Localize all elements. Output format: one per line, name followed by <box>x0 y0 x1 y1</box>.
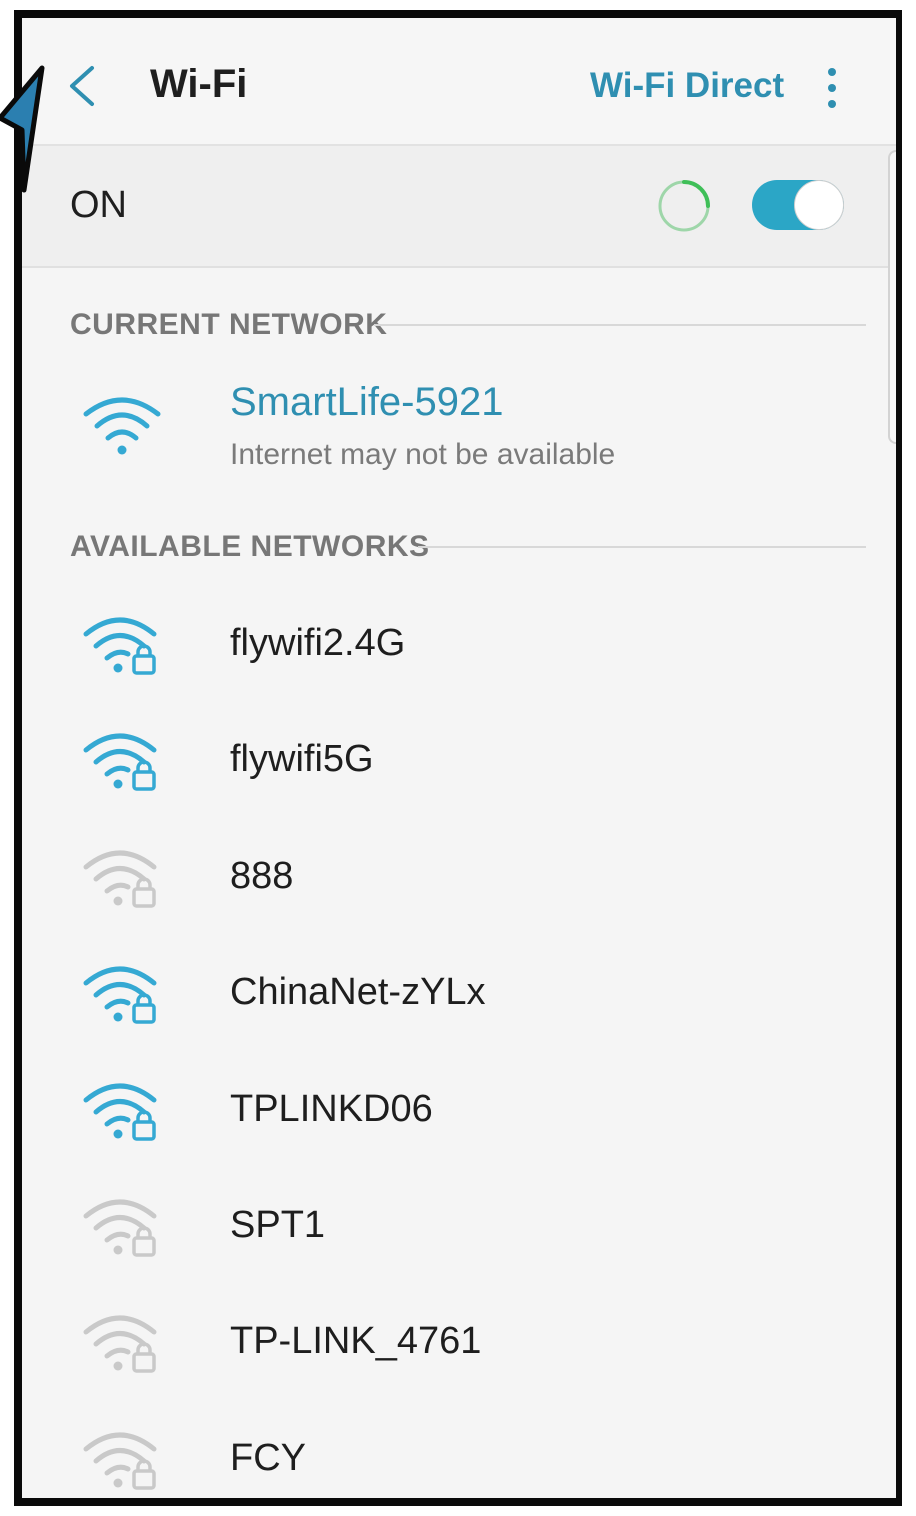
back-arrow-icon[interactable] <box>64 64 100 108</box>
network-name: SPT1 <box>230 1204 326 1246</box>
wifi-master-switch-row[interactable]: ON <box>22 146 896 268</box>
network-name: 888 <box>230 854 294 897</box>
current-network-status: Internet may not be available <box>230 438 616 471</box>
network-name: TPLINKD06 <box>230 1087 433 1130</box>
network-row[interactable]: SPT1 <box>22 1166 896 1282</box>
current-network-header: CURRENT NETWORK <box>70 308 388 341</box>
current-network-name[interactable]: SmartLife-5921 <box>230 380 503 425</box>
wifi-signal-strong-icon <box>83 397 161 455</box>
network-name: ChinaNet-zYLx <box>230 971 486 1014</box>
network-name: TP-LINK_4761 <box>230 1320 482 1363</box>
wifi-state-label: ON <box>70 184 127 226</box>
available-networks-header: AVAILABLE NETWORKS <box>70 530 430 563</box>
more-options-icon[interactable] <box>820 66 844 110</box>
wifi-locked-weak-icon <box>83 1315 157 1374</box>
section-divider <box>374 324 866 326</box>
network-row[interactable]: ChinaNet-zYLx <box>22 933 896 1049</box>
wifi-locked-weak-icon <box>83 850 157 908</box>
cursor-pointer-icon <box>0 65 45 193</box>
section-divider <box>418 546 866 548</box>
network-row[interactable]: TPLINKD06 <box>22 1050 896 1166</box>
toggle-knob <box>794 180 844 230</box>
wifi-toggle-switch[interactable] <box>752 180 844 230</box>
scanning-spinner-icon <box>658 180 710 232</box>
scrollbar[interactable] <box>888 150 896 444</box>
wifi-locked-strong-icon <box>83 966 157 1024</box>
wifi-locked-strong-icon <box>83 617 157 675</box>
page-title: Wi-Fi <box>150 62 248 106</box>
wifi-locked-weak-icon <box>83 1432 157 1490</box>
network-row[interactable]: flywifi2.4G <box>22 584 896 700</box>
network-row[interactable]: flywifi5G <box>22 700 896 816</box>
wifi-direct-button[interactable]: Wi-Fi Direct <box>590 66 784 106</box>
network-name: flywifi2.4G <box>230 622 406 664</box>
screen-frame: Wi-Fi Wi-Fi Direct ON CURRENT NETWORK Sm… <box>14 10 902 1506</box>
wifi-locked-strong-icon <box>83 733 157 792</box>
app-bar: Wi-Fi Wi-Fi Direct <box>22 18 896 146</box>
wifi-locked-strong-icon <box>83 1083 157 1141</box>
network-name: flywifi5G <box>230 738 374 781</box>
network-name: FCY <box>230 1436 306 1479</box>
wifi-locked-weak-icon <box>83 1199 157 1257</box>
network-row[interactable]: FCY <box>22 1399 896 1498</box>
network-row[interactable]: TP-LINK_4761 <box>22 1282 896 1398</box>
network-row[interactable]: 888 <box>22 817 896 933</box>
